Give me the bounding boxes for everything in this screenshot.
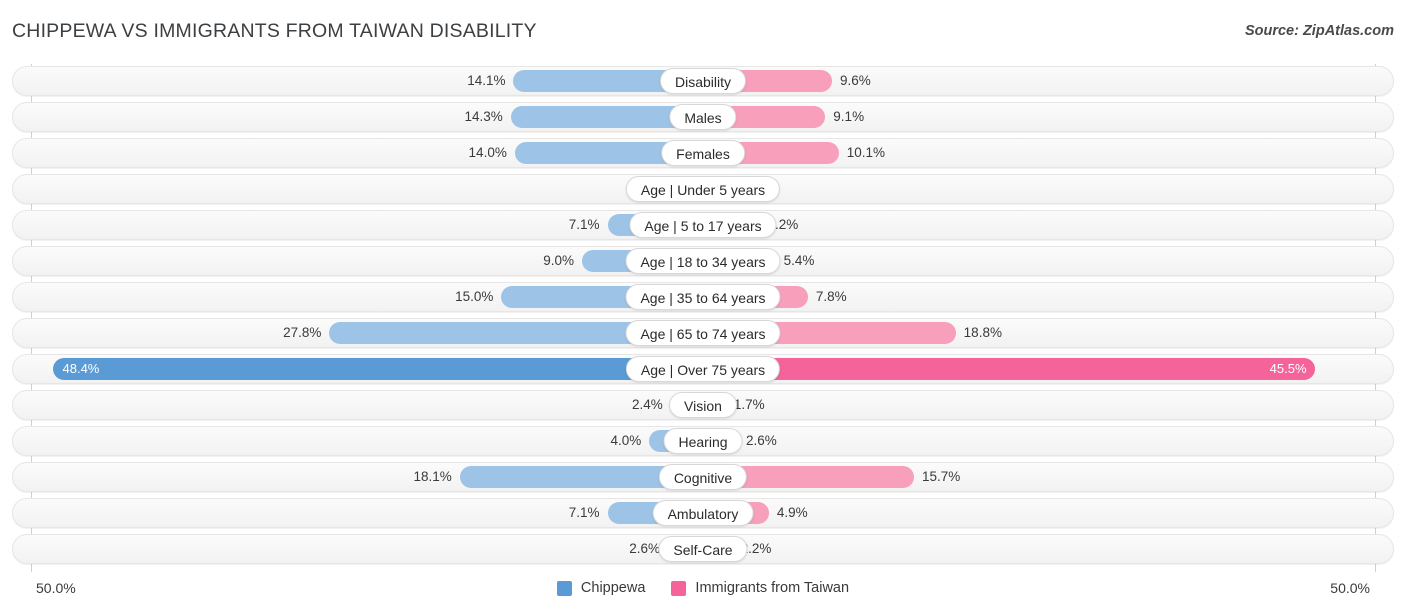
value-label-chippewa: 15.0% xyxy=(455,289,494,304)
chart-legend: Chippewa Immigrants from Taiwan xyxy=(0,580,1406,596)
category-label: Hearing xyxy=(663,428,743,454)
source-attribution: Source: ZipAtlas.com xyxy=(1244,23,1394,39)
table-row: 18.1% 15.7% Cognitive xyxy=(0,462,1406,492)
bar-chippewa xyxy=(52,358,703,380)
value-label-immigrants-from-taiwan: 2.2% xyxy=(740,541,772,556)
value-label-chippewa: 9.0% xyxy=(543,253,575,268)
category-label: Females xyxy=(661,140,745,166)
value-label-chippewa: 14.3% xyxy=(464,109,503,124)
legend-label: Immigrants from Taiwan xyxy=(695,580,850,596)
legend-item[interactable]: Immigrants from Taiwan xyxy=(671,580,849,596)
legend-item[interactable]: Chippewa xyxy=(556,580,646,596)
category-label: Age | Under 5 years xyxy=(625,176,781,202)
legend-label: Chippewa xyxy=(580,580,646,596)
value-label-chippewa: 2.4% xyxy=(631,397,663,412)
category-label: Disability xyxy=(659,68,747,94)
table-row: 4.0% 2.6% Hearing xyxy=(0,426,1406,456)
table-row: 14.3% 9.1% Males xyxy=(0,102,1406,132)
value-label-chippewa: 14.1% xyxy=(467,73,506,88)
value-label-immigrants-from-taiwan: 7.8% xyxy=(815,289,847,304)
chart-header: CHIPPEWA VS IMMIGRANTS FROM TAIWAN DISAB… xyxy=(0,0,1406,58)
category-label: Ambulatory xyxy=(652,500,754,526)
table-row: 2.6% 2.2% Self-Care xyxy=(0,534,1406,564)
table-row: 7.1% 4.9% Ambulatory xyxy=(0,498,1406,528)
bar-row-list: 14.1% 9.6% Disability 14.3% 9.1% Males 14.0% 10… xyxy=(0,66,1406,570)
category-label: Males xyxy=(669,104,737,130)
table-row: 9.0% 5.4% Age | 18 to 34 years xyxy=(0,246,1406,276)
legend-swatch-icon xyxy=(556,580,572,596)
value-label-chippewa: 27.8% xyxy=(283,325,322,340)
category-label: Age | 18 to 34 years xyxy=(625,248,781,274)
category-label: Age | 65 to 74 years xyxy=(625,320,781,346)
value-label-immigrants-from-taiwan: 4.2% xyxy=(767,217,799,232)
value-label-immigrants-from-taiwan: 2.6% xyxy=(745,433,777,448)
chart-footer: 50.0% 50.0% Chippewa Immigrants from Taiw… xyxy=(0,574,1406,612)
category-label: Age | Over 75 years xyxy=(625,356,781,382)
value-label-immigrants-from-taiwan: 5.4% xyxy=(783,253,815,268)
value-label-chippewa: 4.0% xyxy=(610,433,642,448)
page-title: CHIPPEWA VS IMMIGRANTS FROM TAIWAN DISAB… xyxy=(12,20,537,42)
category-label: Age | 5 to 17 years xyxy=(629,212,777,238)
value-label-immigrants-from-taiwan: 18.8% xyxy=(963,325,1002,340)
value-label-immigrants-from-taiwan: 10.1% xyxy=(846,145,886,160)
value-label-immigrants-from-taiwan: 9.6% xyxy=(840,73,871,88)
table-row: 14.1% 9.6% Disability xyxy=(0,66,1406,96)
category-label: Vision xyxy=(669,392,737,418)
table-row: 7.1% 4.2% Age | 5 to 17 years xyxy=(0,210,1406,240)
category-label: Age | 35 to 64 years xyxy=(625,284,781,310)
legend-swatch-icon xyxy=(671,580,687,596)
table-row: 15.0% 7.8% Age | 35 to 64 years xyxy=(0,282,1406,312)
table-row: 2.4% 1.7% Vision xyxy=(0,390,1406,420)
value-label-chippewa: 18.1% xyxy=(413,469,452,484)
value-label-immigrants-from-taiwan: 15.7% xyxy=(922,469,961,484)
table-row: 14.0% 10.1% Females xyxy=(0,138,1406,168)
value-label-chippewa: 7.1% xyxy=(568,505,600,520)
value-label-immigrants-from-taiwan: 9.1% xyxy=(833,109,865,124)
value-label-chippewa: 48.4% xyxy=(62,361,100,376)
table-row: 1.9%1.0%Age | Under 5 years xyxy=(0,174,1406,204)
category-label: Self-Care xyxy=(658,536,748,562)
value-label-immigrants-from-taiwan: 45.5% xyxy=(1269,361,1307,376)
value-label-immigrants-from-taiwan: 1.7% xyxy=(733,397,765,412)
value-label-chippewa: 14.0% xyxy=(468,145,507,160)
category-label: Cognitive xyxy=(658,464,748,490)
table-row: 27.8% 18.8% Age | 65 to 74 years xyxy=(0,318,1406,348)
chart-plot-area: 14.1% 9.6% Disability 14.3% 9.1% Males 14.0% 10… xyxy=(0,58,1406,574)
table-row: 48.4% 45.5% Age | Over 75 years xyxy=(0,354,1406,384)
bar-immigrants-from-taiwan xyxy=(703,358,1315,380)
value-label-immigrants-from-taiwan: 4.9% xyxy=(776,505,808,520)
value-label-chippewa: 2.6% xyxy=(629,541,661,556)
value-label-chippewa: 7.1% xyxy=(568,217,600,232)
